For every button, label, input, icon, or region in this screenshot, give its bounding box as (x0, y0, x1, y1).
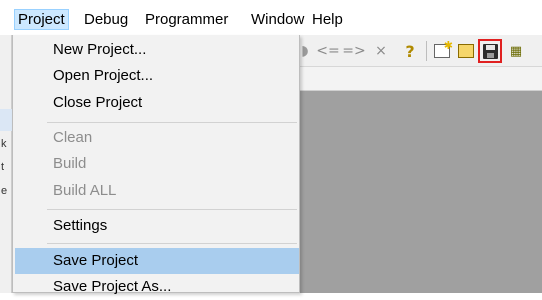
menu-project[interactable]: Project (14, 9, 69, 30)
menu-bar: Project Debug Programmer Window Help (0, 0, 542, 35)
toolbar: ◗ <= => × ? ✱ ▦ (300, 35, 542, 67)
open-project-icon[interactable] (455, 40, 477, 62)
menu-item-save-project[interactable]: Save Project (15, 248, 299, 274)
left-panel-text: t (1, 161, 5, 173)
menu-item-new-project[interactable]: New Project... (13, 37, 299, 63)
left-panel-text: e (1, 185, 8, 197)
menu-item-build-all: Build ALL (53, 182, 117, 199)
editor-workarea (300, 91, 542, 293)
menu-separator (47, 209, 297, 210)
left-panel: k t e (0, 35, 12, 293)
toolbar-separator (426, 41, 427, 61)
menu-separator (47, 122, 297, 123)
nav-forward-button[interactable]: => (342, 40, 365, 62)
menu-item-open-project[interactable]: Open Project... (13, 63, 299, 89)
build-all-icon[interactable]: ▦ (505, 40, 527, 62)
menu-item-clean: Clean (53, 129, 93, 146)
new-project-icon[interactable]: ✱ (431, 39, 453, 62)
menu-item-close-project[interactable]: Close Project (13, 90, 299, 116)
menu-item-build: Build (53, 155, 87, 172)
editor-tab-strip (300, 67, 542, 91)
menu-item-settings[interactable]: Settings (13, 213, 299, 239)
menu-item-save-project-as[interactable]: Save Project As... (13, 274, 299, 300)
left-panel-text: k (1, 138, 7, 150)
help-icon[interactable]: ? (399, 40, 421, 62)
save-project-icon[interactable] (478, 39, 502, 63)
menu-help[interactable]: Help (309, 9, 346, 30)
left-panel-tab (0, 109, 12, 131)
menu-separator (47, 243, 297, 244)
menu-window[interactable]: Window (248, 9, 307, 30)
menu-programmer[interactable]: Programmer (142, 9, 231, 30)
nav-back-button[interactable]: <= (316, 40, 339, 62)
project-menu-dropdown: New Project... Open Project... Close Pro… (12, 35, 300, 295)
menu-debug[interactable]: Debug (81, 9, 131, 30)
close-icon[interactable]: × (370, 40, 392, 62)
